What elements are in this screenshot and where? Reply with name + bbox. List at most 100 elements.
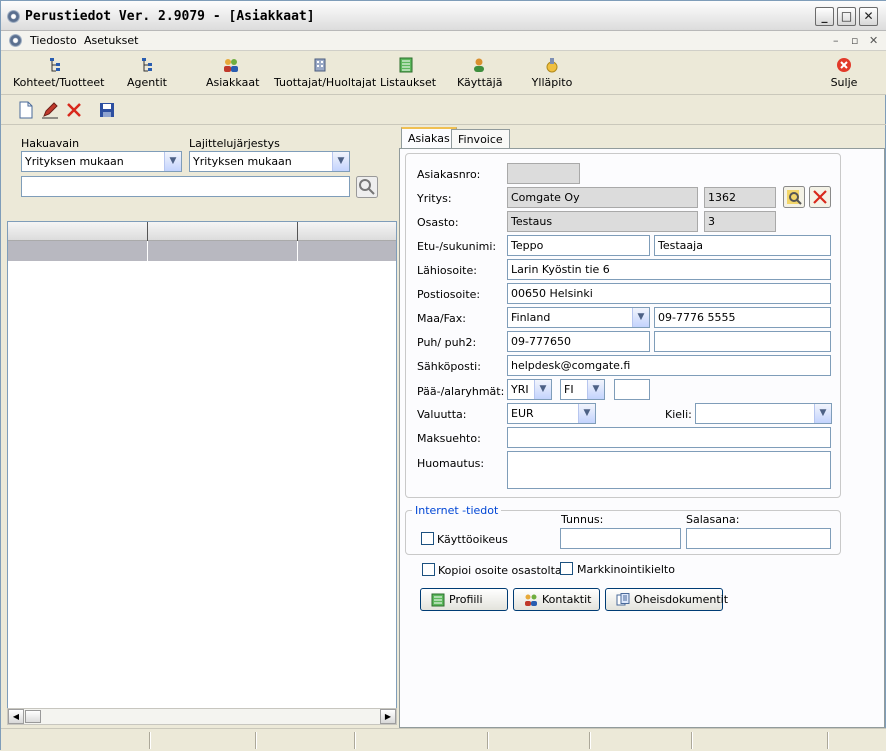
currency-label: Valuutta: xyxy=(417,408,467,421)
delete-x-icon[interactable] xyxy=(65,101,83,119)
scroll-left-icon[interactable]: ◀ xyxy=(8,709,24,724)
results-grid[interactable] xyxy=(7,221,397,709)
currency-value: EUR xyxy=(511,407,534,420)
search-icon[interactable] xyxy=(356,176,378,198)
nav-agentit[interactable]: Agentit xyxy=(127,55,167,93)
scroll-right-icon[interactable]: ▶ xyxy=(380,709,396,724)
hakuavain-value: Yrityksen mukaan xyxy=(25,155,124,168)
save-disk-icon[interactable] xyxy=(98,101,116,119)
nav-sulje[interactable]: Sulje xyxy=(827,55,861,93)
phone2-field[interactable] xyxy=(654,331,831,352)
note-textarea[interactable] xyxy=(507,451,831,489)
payment-field[interactable] xyxy=(507,427,831,448)
user-icon xyxy=(474,58,484,72)
company-lookup-icon[interactable] xyxy=(783,186,805,208)
sub-group-value: FI xyxy=(564,383,574,396)
postal-label: Postiosoite: xyxy=(417,288,481,301)
copy-address-checkbox[interactable] xyxy=(422,563,435,576)
currency-select[interactable]: EUR ▼ xyxy=(507,403,596,424)
status-divider xyxy=(149,732,151,749)
chevron-down-icon[interactable]: ▼ xyxy=(164,152,181,171)
chevron-down-icon[interactable]: ▼ xyxy=(578,404,595,423)
name-label: Etu-/sukunimi: xyxy=(417,240,497,253)
marketing-ban-checkbox[interactable] xyxy=(560,562,573,575)
email-field[interactable]: helpdesk@comgate.fi xyxy=(507,355,831,376)
password-field[interactable] xyxy=(686,528,831,549)
nav-tuottajat-huoltajat[interactable]: Tuottajat/Huoltajat xyxy=(274,55,377,93)
nav-asiakkaat[interactable]: Asiakkaat xyxy=(206,55,260,93)
app-gear-icon xyxy=(7,10,20,23)
nav-label: Tuottajat/Huoltajat xyxy=(274,76,377,89)
new-document-icon[interactable] xyxy=(17,101,35,119)
chevron-down-icon[interactable]: ▼ xyxy=(332,152,349,171)
main-group-select[interactable]: YRI ▼ xyxy=(507,379,552,400)
documents-icon xyxy=(616,593,630,606)
menu-tiedosto[interactable]: Tiedosto xyxy=(30,34,77,47)
hakuavain-select[interactable]: Yrityksen mukaan ▼ xyxy=(21,151,182,172)
mdi-close-button[interactable]: ✕ xyxy=(869,34,878,47)
country-select[interactable]: Finland ▼ xyxy=(507,307,650,328)
sort-label: Lajittelujärjestys xyxy=(189,137,280,150)
grid-header xyxy=(8,222,396,241)
sort-select[interactable]: Yrityksen mukaan ▼ xyxy=(189,151,350,172)
nav-yllapito[interactable]: Ylläpito xyxy=(531,55,573,93)
users-icon xyxy=(525,594,537,606)
table-row[interactable] xyxy=(8,241,396,261)
navigation-toolbar: Kohteet/Tuotteet Agentit Asiakkaat Tuott… xyxy=(1,51,886,95)
status-divider xyxy=(691,732,693,749)
marketing-ban-label: Markkinointikielto xyxy=(577,563,675,576)
title-bar[interactable]: Perustiedot Ver. 2.9079 - [Asiakkaat] _ … xyxy=(1,1,886,31)
nav-label: Agentit xyxy=(127,76,167,89)
grid-column-divider xyxy=(297,222,298,241)
horizontal-scrollbar[interactable]: ◀ ▶ xyxy=(7,708,397,725)
scroll-thumb[interactable] xyxy=(25,710,41,723)
main-group-value: YRI xyxy=(511,383,529,396)
maximize-button[interactable]: □ xyxy=(837,7,856,26)
close-circle-icon xyxy=(837,58,851,72)
last-name-field[interactable]: Testaaja xyxy=(654,235,831,256)
chevron-down-icon[interactable]: ▼ xyxy=(534,380,551,399)
clear-company-icon[interactable] xyxy=(809,186,831,208)
menu-asetukset[interactable]: Asetukset xyxy=(84,34,139,47)
tab-asiakas[interactable]: Asiakas xyxy=(401,127,457,149)
mdi-minimize-button[interactable]: – xyxy=(833,34,839,47)
language-select[interactable]: ▼ xyxy=(695,403,832,424)
profile-button[interactable]: Profiili xyxy=(420,588,508,611)
username-field[interactable] xyxy=(560,528,681,549)
fax-field[interactable]: 09-7776 5555 xyxy=(654,307,831,328)
mdi-restore-button[interactable]: ▫ xyxy=(851,34,858,47)
close-window-button[interactable]: ✕ xyxy=(859,7,878,26)
search-input[interactable] xyxy=(21,176,350,197)
nav-kayttaja[interactable]: Käyttäjä xyxy=(457,55,502,93)
status-divider xyxy=(354,732,356,749)
country-value: Finland xyxy=(511,311,551,324)
documents-button[interactable]: Oheisdokumentit xyxy=(605,588,728,611)
nav-label: Asiakkaat xyxy=(206,76,260,89)
chevron-down-icon[interactable]: ▼ xyxy=(814,404,831,423)
application-window: Perustiedot Ver. 2.9079 - [Asiakkaat] _ … xyxy=(0,0,886,751)
group-extra-field[interactable] xyxy=(614,379,650,400)
nav-kohteet-tuotteet[interactable]: Kohteet/Tuotteet xyxy=(13,55,104,93)
password-label: Salasana: xyxy=(686,513,740,526)
phone-field[interactable]: 09-777650 xyxy=(507,331,650,352)
edit-pencil-icon[interactable] xyxy=(41,101,59,119)
country-label: Maa/Fax: xyxy=(417,312,466,325)
address-field[interactable]: Larin Kyöstin tie 6 xyxy=(507,259,831,280)
yritys-field: Comgate Oy xyxy=(507,187,698,208)
minimize-button[interactable]: _ xyxy=(815,7,834,26)
first-name-field[interactable]: Teppo xyxy=(507,235,650,256)
status-divider xyxy=(487,732,489,749)
tab-finvoice[interactable]: Finvoice xyxy=(451,129,510,149)
sub-group-select[interactable]: FI ▼ xyxy=(560,379,605,400)
edit-toolbar xyxy=(1,95,886,125)
contacts-button[interactable]: Kontaktit xyxy=(513,588,600,611)
postal-field[interactable]: 00650 Helsinki xyxy=(507,283,831,304)
chevron-down-icon[interactable]: ▼ xyxy=(587,380,604,399)
nav-listaukset[interactable]: Listaukset xyxy=(380,55,436,93)
phone-label: Puh/ puh2: xyxy=(417,336,477,349)
menu-bar: Tiedosto Asetukset – ▫ ✕ xyxy=(1,31,886,51)
access-checkbox[interactable] xyxy=(421,532,434,545)
documents-button-label: Oheisdokumentit xyxy=(634,593,729,606)
email-label: Sähköposti: xyxy=(417,360,481,373)
chevron-down-icon[interactable]: ▼ xyxy=(632,308,649,327)
